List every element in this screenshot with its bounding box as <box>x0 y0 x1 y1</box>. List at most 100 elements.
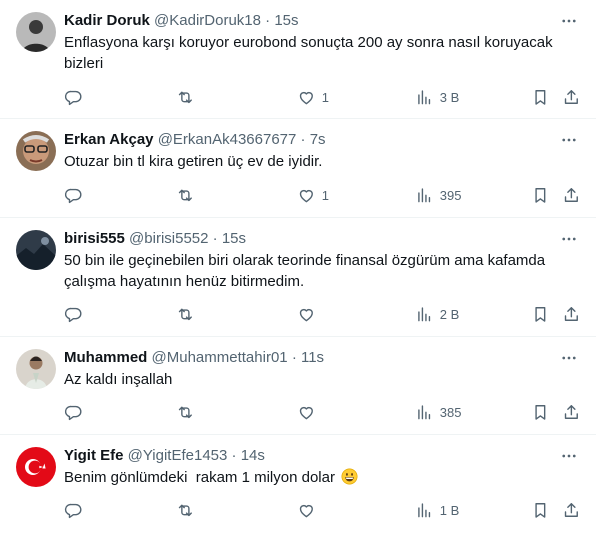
turkish-flag-avatar-icon <box>16 447 56 487</box>
bookmark-button[interactable] <box>531 400 550 424</box>
view-count: 385 <box>439 404 462 420</box>
reply-icon <box>64 186 83 205</box>
tweet-item[interactable]: Yigit Efe @YigitEfe1453 · 14s Benim gönl… <box>0 435 596 533</box>
more-options-icon[interactable] <box>560 447 578 465</box>
like-count: 1 <box>321 89 329 105</box>
heart-icon <box>297 501 316 520</box>
action-bar: 1 395 <box>64 183 582 207</box>
tweet-text-content: Benim gönlümdeki rakam 1 milyon dolar <box>64 469 335 486</box>
action-bar: 1 3 B <box>64 85 582 109</box>
retweet-icon <box>176 501 195 520</box>
reply-button[interactable] <box>64 400 83 424</box>
display-name[interactable]: Kadir Doruk <box>64 12 150 29</box>
heart-icon <box>297 88 316 107</box>
bookmark-button[interactable] <box>531 85 550 109</box>
reply-button[interactable] <box>64 302 83 326</box>
more-options-icon[interactable] <box>560 12 578 30</box>
user-handle[interactable]: @KadirDoruk18 <box>154 12 261 29</box>
tweet-header: Kadir Doruk @KadirDoruk18 · 15s <box>64 11 299 31</box>
views-button[interactable]: 385 <box>415 400 461 424</box>
bookmark-icon <box>531 403 550 422</box>
views-button[interactable]: 2 B <box>415 302 459 326</box>
avatar[interactable] <box>16 12 56 52</box>
more-options-icon[interactable] <box>560 131 578 149</box>
timestamp[interactable]: 14s <box>241 447 265 464</box>
views-chart-icon <box>415 186 434 205</box>
user-handle[interactable]: @birisi5552 <box>129 230 208 247</box>
share-icon <box>562 88 581 107</box>
views-button[interactable]: 1 B <box>415 498 459 522</box>
heart-icon <box>297 305 316 324</box>
separator-dot: · <box>212 230 218 247</box>
separator-dot: · <box>300 131 306 148</box>
like-button[interactable] <box>297 302 322 326</box>
tweet-text: Otuzar bin tl kira getiren üç ev de iyid… <box>64 153 323 170</box>
share-button[interactable] <box>562 498 581 522</box>
like-button[interactable]: 1 <box>297 85 329 109</box>
display-name[interactable]: Yigit Efe <box>64 447 123 464</box>
action-bar: 1 B <box>64 498 582 522</box>
tweet-item[interactable]: Kadir Doruk @KadirDoruk18 · 15s Enflasyo… <box>0 0 596 119</box>
avatar[interactable] <box>16 349 56 389</box>
timestamp[interactable]: 15s <box>274 12 298 29</box>
retweet-icon <box>176 186 195 205</box>
heart-icon <box>297 186 316 205</box>
like-button[interactable] <box>297 498 322 522</box>
tweet-item[interactable]: birisi555 @birisi5552 · 15s 50 bin ile g… <box>0 218 596 337</box>
bookmark-icon <box>531 88 550 107</box>
view-count: 1 B <box>439 502 460 518</box>
tweet-item[interactable]: Muhammed @Muhammettahir01 · 11s Az kaldı… <box>0 337 596 435</box>
retweet-button[interactable] <box>176 498 195 522</box>
views-button[interactable]: 395 <box>415 183 461 207</box>
more-options-icon[interactable] <box>560 230 578 248</box>
more-options-icon[interactable] <box>560 349 578 367</box>
reply-button[interactable] <box>64 183 83 207</box>
like-button[interactable]: 1 <box>297 183 329 207</box>
avatar[interactable] <box>16 447 56 487</box>
display-name[interactable]: Erkan Akçay <box>64 131 154 148</box>
retweet-button[interactable] <box>176 400 195 424</box>
share-button[interactable] <box>562 183 581 207</box>
reply-icon <box>64 88 83 107</box>
view-count: 395 <box>439 187 462 203</box>
tweet-header: Erkan Akçay @ErkanAk43667677 · 7s <box>64 130 326 150</box>
avatar[interactable] <box>16 131 56 171</box>
tweet-text-line: 50 bin ile geçinebilen biri olarak teori… <box>64 252 546 269</box>
avatar[interactable] <box>16 230 56 270</box>
retweet-button[interactable] <box>176 85 195 109</box>
grinning-face-emoji-icon <box>341 468 358 485</box>
retweet-button[interactable] <box>176 183 195 207</box>
reply-icon <box>64 403 83 422</box>
timestamp[interactable]: 11s <box>301 349 324 366</box>
views-chart-icon <box>415 501 434 520</box>
bookmark-button[interactable] <box>531 183 550 207</box>
display-name[interactable]: birisi555 <box>64 230 125 247</box>
tweet-text: Az kaldı inşallah <box>64 371 173 388</box>
tweet-text: Enflasyona karşı koruyor eurobond sonuçt… <box>64 34 553 72</box>
like-button[interactable] <box>297 400 322 424</box>
like-count: 1 <box>321 187 329 203</box>
views-chart-icon <box>415 305 434 324</box>
separator-dot: · <box>265 12 271 29</box>
reply-button[interactable] <box>64 498 83 522</box>
share-button[interactable] <box>562 400 581 424</box>
reply-icon <box>64 501 83 520</box>
share-button[interactable] <box>562 302 581 326</box>
display-name[interactable]: Muhammed <box>64 349 147 366</box>
views-button[interactable]: 3 B <box>415 85 459 109</box>
bookmark-button[interactable] <box>531 498 550 522</box>
timestamp[interactable]: 15s <box>222 230 246 247</box>
share-icon <box>562 186 581 205</box>
user-handle[interactable]: @ErkanAk43667677 <box>158 131 297 148</box>
tweet-item[interactable]: Erkan Akçay @ErkanAk43667677 · 7s Otuzar… <box>0 119 596 218</box>
action-bar: 2 B <box>64 302 582 326</box>
bookmark-button[interactable] <box>531 302 550 326</box>
user-handle[interactable]: @YigitEfe1453 <box>128 447 228 464</box>
tweet-header: birisi555 @birisi5552 · 15s <box>64 229 246 249</box>
reply-button[interactable] <box>64 85 83 109</box>
timestamp[interactable]: 7s <box>310 131 326 148</box>
retweet-button[interactable] <box>176 302 195 326</box>
tweet-text-line: çalışma hayatının henüz bitirmedim. <box>64 273 305 290</box>
user-handle[interactable]: @Muhammettahir01 <box>152 349 288 366</box>
share-button[interactable] <box>562 85 581 109</box>
